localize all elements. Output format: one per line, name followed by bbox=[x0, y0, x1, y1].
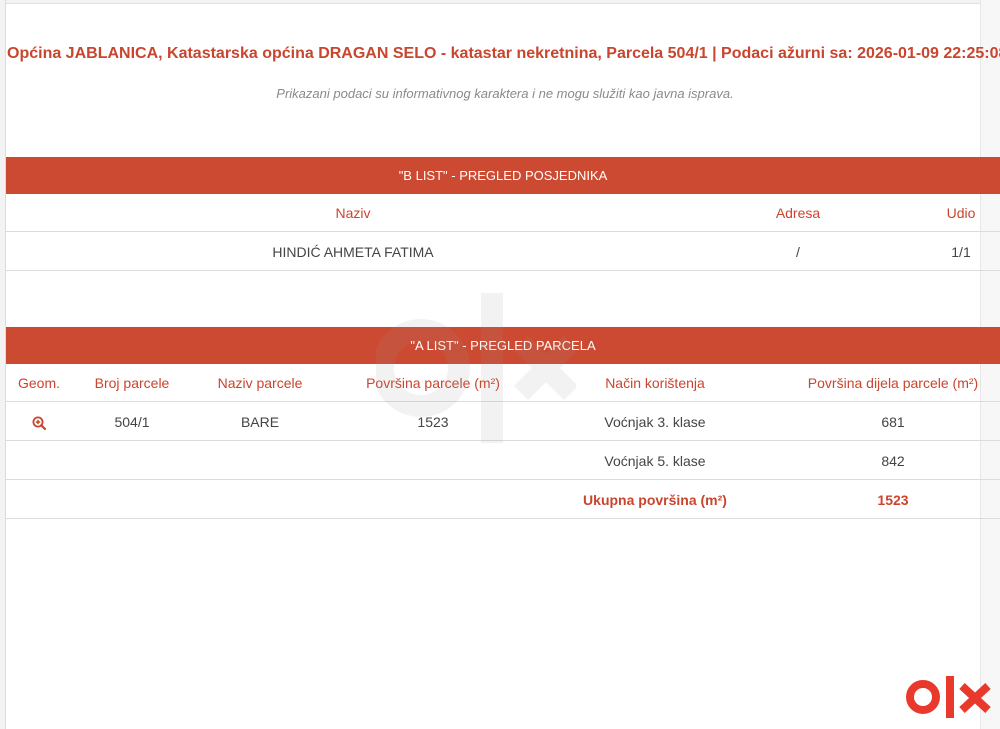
parcel-name: BARE bbox=[240, 414, 280, 430]
total-label: Ukupna površina (m²) bbox=[583, 492, 727, 508]
table-row: 504/1 BARE 1523 Voćnjak 3. klase 681 bbox=[6, 403, 1000, 441]
zoom-in-icon[interactable] bbox=[32, 416, 46, 431]
column-header-adresa: Adresa bbox=[775, 205, 821, 221]
column-header-nacin-koristenja: Način korištenja bbox=[605, 375, 705, 391]
column-header-povrsina-dijela: Površina dijela parcele (m²) bbox=[807, 375, 979, 391]
table-row: Voćnjak 5. klase 842 bbox=[6, 442, 1000, 480]
brand-logo bbox=[906, 676, 991, 718]
usage-area: 842 bbox=[881, 453, 905, 469]
column-header-povrsina-parcele: Površina parcele (m²) bbox=[366, 375, 500, 391]
disclaimer-text: Prikazani podaci su informativnog karakt… bbox=[276, 86, 734, 101]
column-header-geom: Geom. bbox=[17, 375, 60, 391]
page-title: Općina JABLANICA, Katastarska općina DRA… bbox=[7, 45, 1000, 62]
column-header-naziv: Naziv bbox=[335, 205, 371, 221]
column-header-udio: Udio bbox=[946, 205, 976, 221]
total-value: 1523 bbox=[877, 492, 909, 508]
b-list-header-bar: "B LIST" - PREGLED POSJEDNIKA bbox=[6, 157, 1000, 194]
usage-type: Voćnjak 5. klase bbox=[604, 453, 706, 469]
a-list-header-bar: "A LIST" - PREGLED PARCELA bbox=[6, 327, 1000, 364]
usage-area: 681 bbox=[881, 414, 905, 430]
geom-cell bbox=[6, 403, 72, 441]
owner-address: / bbox=[796, 244, 800, 260]
parcel-number: 504/1 bbox=[114, 414, 150, 430]
column-header-broj-parcele: Broj parcele bbox=[94, 375, 170, 391]
usage-type: Voćnjak 3. klase bbox=[604, 414, 706, 430]
table-row: HINDIĆ AHMETA FATIMA / 1/1 bbox=[6, 233, 1000, 271]
owner-share: 1/1 bbox=[951, 244, 971, 260]
parcel-area: 1523 bbox=[417, 414, 449, 430]
a-list-column-headers: Geom. Broj parcele Naziv parcele Površin… bbox=[6, 364, 1000, 402]
owner-name: HINDIĆ AHMETA FATIMA bbox=[272, 244, 434, 260]
column-header-naziv-parcele: Naziv parcele bbox=[217, 375, 303, 391]
window-top-edge bbox=[0, 0, 1000, 4]
page: Općina JABLANICA, Katastarska općina DRA… bbox=[0, 0, 1000, 729]
b-list-column-headers: Naziv Adresa Udio bbox=[6, 194, 1000, 232]
total-row: Ukupna površina (m²) 1523 bbox=[6, 481, 1000, 519]
